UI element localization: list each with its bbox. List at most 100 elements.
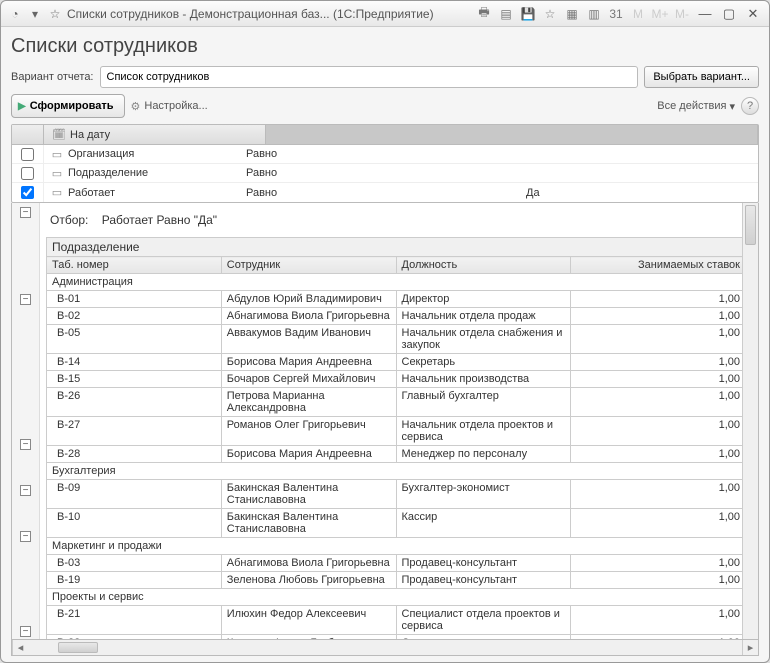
table-row[interactable]: В-09Бакинская Валентина СтаниславовнаБух… (47, 480, 743, 509)
filter-checkbox-cell (12, 183, 44, 202)
settings-link[interactable]: ⚙ Настройка... (131, 100, 208, 113)
print-icon[interactable]: 🖶 (475, 5, 493, 23)
cell-num: В-26 (47, 388, 222, 417)
col-tab-header: Таб. номер (47, 257, 222, 274)
dropdown-icon[interactable]: ▾ (27, 6, 43, 22)
save-icon[interactable]: 💾 (519, 5, 537, 23)
filter-condition: Равно (244, 187, 524, 199)
all-actions-link[interactable]: Все действия ▾ (657, 100, 735, 113)
cell-pos: Начальник производства (396, 371, 571, 388)
filter-checkbox[interactable] (21, 148, 34, 161)
filter-row[interactable]: ▭ОрганизацияРавно (12, 145, 758, 164)
table-row[interactable]: В-15Бочаров Сергей МихайловичНачальник п… (47, 371, 743, 388)
col-pos-header: Должность (396, 257, 571, 274)
m-minus-icon[interactable]: M- (673, 5, 691, 23)
filter-row[interactable]: ▭ПодразделениеРавно (12, 164, 758, 183)
cell-emp: Илюхин Федор Алексеевич (221, 606, 396, 635)
play-icon: ▶ (18, 101, 26, 112)
variant-input[interactable] (100, 66, 639, 88)
collapse-toggle[interactable]: − (20, 626, 31, 637)
filter-checkbox-cell (12, 145, 44, 163)
group-row[interactable]: Маркетинг и продажи (47, 538, 743, 555)
favorite-icon[interactable]: ☆ (541, 5, 559, 23)
cell-emp: Абнагимова Виола Григорьевна (221, 555, 396, 572)
hscroll-left-arrow[interactable]: ◂ (12, 640, 28, 655)
calendar-icon[interactable]: 31 (607, 5, 625, 23)
table-row[interactable]: В-02Абнагимова Виола ГригорьевнаНачальни… (47, 308, 743, 325)
table-row[interactable]: В-27Романов Олег ГригорьевичНачальник от… (47, 417, 743, 446)
cell-emp: Аввакумов Вадим Иванович (221, 325, 396, 354)
cell-emp: Романов Олег Григорьевич (221, 417, 396, 446)
cell-pos: Главный бухгалтер (396, 388, 571, 417)
table-row[interactable]: В-26Петрова Марианна АлександровнаГлавны… (47, 388, 743, 417)
cell-num: В-27 (47, 417, 222, 446)
col-rate-header: Занимаемых ставок (571, 257, 742, 274)
col-emp-header: Сотрудник (221, 257, 396, 274)
filter-name: ▭Организация (44, 148, 244, 161)
calc-icon[interactable]: ▥ (585, 5, 603, 23)
group-row[interactable]: Бухгалтерия (47, 463, 743, 480)
choose-variant-button[interactable]: Выбрать вариант... (644, 66, 759, 88)
cell-rate: 1,00 (571, 480, 742, 509)
group-row[interactable]: Администрация (47, 274, 743, 291)
table-row[interactable]: В-21Илюхин Федор АлексеевичСпециалист от… (47, 606, 743, 635)
filter-checkbox[interactable] (21, 167, 34, 180)
group-name: Маркетинг и продажи (47, 538, 743, 555)
cell-pos: Бухгалтер-экономист (396, 480, 571, 509)
cell-emp: Петрова Марианна Александровна (221, 388, 396, 417)
table-row[interactable]: В-22Калинин Федор ЯкубовичСпециалист отд… (47, 635, 743, 640)
preview-icon[interactable]: ▤ (497, 5, 515, 23)
table-row[interactable]: В-19Зеленова Любовь ГригорьевнаПродавец-… (47, 572, 743, 589)
cell-num: В-21 (47, 606, 222, 635)
star-icon[interactable]: ☆ (47, 6, 63, 22)
help-button[interactable]: ? (741, 97, 759, 115)
filter-value-header (266, 125, 758, 144)
form-button[interactable]: ▶ Сформировать (11, 94, 125, 118)
close-button[interactable]: ✕ (743, 5, 763, 23)
cell-rate: 1,00 (571, 291, 742, 308)
filter-checkbox[interactable] (21, 186, 34, 199)
filter-row-icon: ▭ (46, 186, 68, 199)
titlebar: ◔ ▾ ☆ Списки сотрудников - Демонстрацион… (1, 1, 769, 27)
cell-num: В-09 (47, 480, 222, 509)
variant-label: Вариант отчета: (11, 71, 94, 83)
table-row[interactable]: В-05Аввакумов Вадим ИвановичНачальник от… (47, 325, 743, 354)
maximize-button[interactable]: ▢ (719, 5, 739, 23)
filter-chk-header (12, 125, 44, 144)
table-row[interactable]: В-28Борисова Мария АндреевнаМенеджер по … (47, 446, 743, 463)
group-row[interactable]: Проекты и сервис (47, 589, 743, 606)
m-plus-icon[interactable]: M+ (651, 5, 669, 23)
hscroll-track[interactable] (28, 640, 742, 655)
table-row[interactable]: В-14Борисова Мария АндреевнаСекретарь1,0… (47, 354, 743, 371)
filter-row[interactable]: ▭РаботаетРавноДа (12, 183, 758, 202)
table-row[interactable]: В-03Абнагимова Виола ГригорьевнаПродавец… (47, 555, 743, 572)
collapse-toggle[interactable]: − (20, 294, 31, 305)
calendar-small-icon: 🗓 (48, 128, 70, 141)
hscroll-thumb[interactable] (58, 642, 98, 653)
report-wrap: −−−−−− Отбор: Работает Равно "Да" Подраз… (11, 203, 759, 640)
cell-num: В-22 (47, 635, 222, 640)
hscroll-right-arrow[interactable]: ▸ (742, 640, 758, 655)
cell-num: В-15 (47, 371, 222, 388)
table-row[interactable]: В-01Абдулов Юрий ВладимировичДиректор1,0… (47, 291, 743, 308)
collapse-toggle[interactable]: − (20, 485, 31, 496)
m-icon[interactable]: M (629, 5, 647, 23)
horizontal-scrollbar[interactable]: ◂ ▸ (11, 640, 759, 656)
cell-num: В-10 (47, 509, 222, 538)
group-name: Администрация (47, 274, 743, 291)
cell-rate: 1,00 (571, 446, 742, 463)
filter-label: Отбор: (50, 213, 88, 227)
collapse-toggle[interactable]: − (20, 207, 31, 218)
vertical-scrollbar[interactable] (742, 203, 758, 639)
filter-value-cell: Да (524, 187, 758, 199)
vscroll-thumb[interactable] (745, 205, 756, 245)
cell-num: В-01 (47, 291, 222, 308)
collapse-toggle[interactable]: − (20, 439, 31, 450)
minimize-button[interactable]: — (695, 5, 715, 23)
cell-pos: Специалист отдела проектов и сервиса (396, 635, 571, 640)
grid-icon[interactable]: ▦ (563, 5, 581, 23)
collapse-toggle[interactable]: − (20, 531, 31, 542)
table-row[interactable]: В-10Бакинская Валентина СтаниславовнаКас… (47, 509, 743, 538)
cell-rate: 1,00 (571, 509, 742, 538)
cell-num: В-14 (47, 354, 222, 371)
